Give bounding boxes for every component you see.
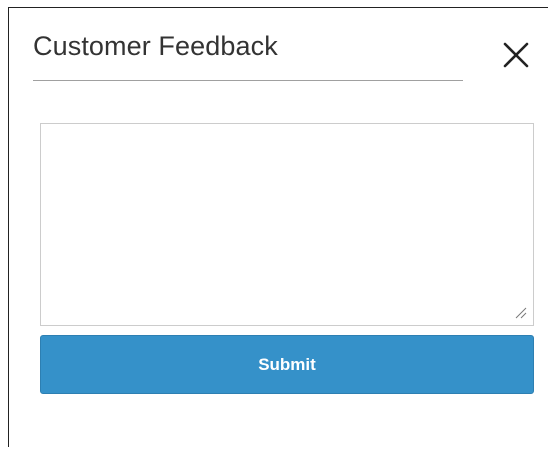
resize-grip-icon[interactable] <box>513 305 527 319</box>
dialog-title: Customer Feedback <box>33 31 278 61</box>
close-button[interactable] <box>499 38 533 72</box>
submit-button[interactable]: Submit <box>40 335 534 394</box>
title-divider <box>33 80 463 81</box>
feedback-dialog: Customer Feedback Submit <box>8 7 548 447</box>
close-icon <box>503 42 529 68</box>
feedback-textarea[interactable] <box>40 123 534 326</box>
